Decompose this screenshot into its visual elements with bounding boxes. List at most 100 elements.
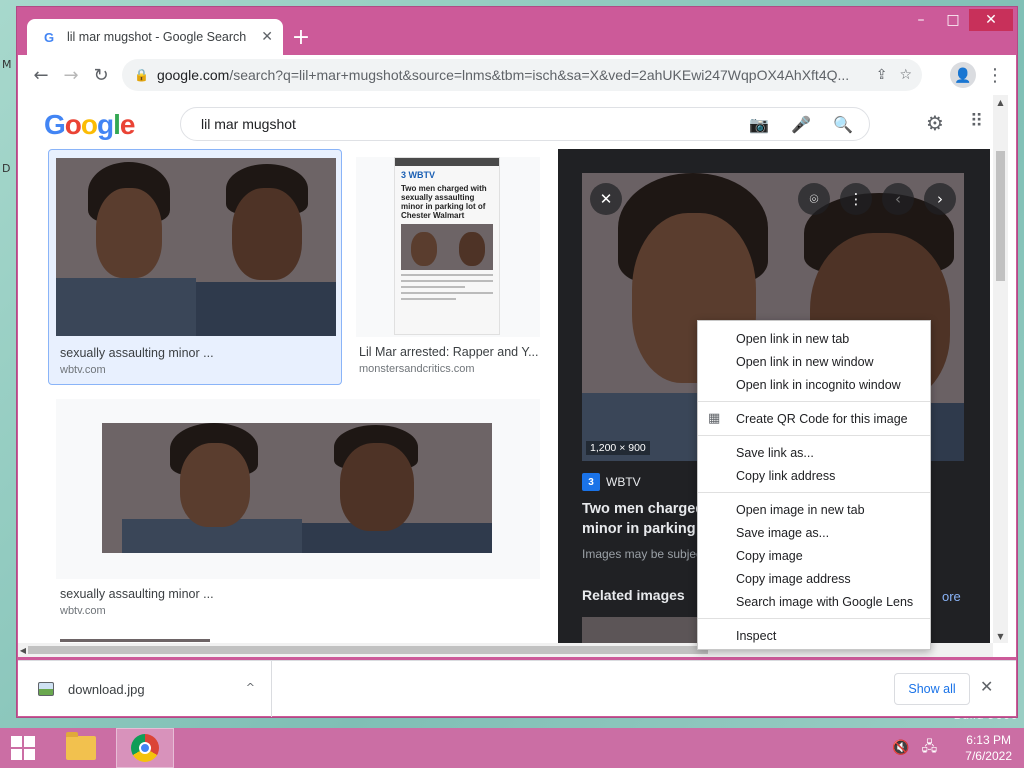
menu-divider	[698, 618, 930, 619]
next-result-edge	[60, 639, 210, 642]
search-icon[interactable]: 🔍	[833, 115, 853, 134]
source-row[interactable]: 3 WBTV	[582, 473, 641, 491]
close-icon[interactable]: ✕	[980, 677, 993, 696]
gear-icon[interactable]: ⚙	[926, 111, 944, 135]
article-headline: Two men charged with sexually assaulting…	[401, 184, 487, 220]
clock-time: 6:13 PM	[966, 733, 1011, 747]
lock-icon[interactable]: 🔒	[134, 68, 149, 82]
reload-button[interactable]: ↻	[86, 60, 116, 90]
menu-item-open-link-new-window[interactable]: Open link in new window	[698, 350, 930, 373]
menu-item-copy-link-address[interactable]: Copy link address	[698, 464, 930, 487]
wbtv-icon: 3	[582, 473, 600, 491]
window-controls: – □ ✕	[905, 9, 1013, 31]
url-path: /search?q=lil+mar+mugshot&source=lnms&tb…	[229, 67, 850, 83]
menu-divider	[698, 492, 930, 493]
chevron-up-icon[interactable]: ^	[246, 681, 255, 694]
see-more-link[interactable]: ore	[942, 589, 961, 604]
system-tray: 🔇 🖧 6:13 PM 7/6/2022	[892, 728, 1012, 768]
menu-item-open-link-new-tab[interactable]: Open link in new tab	[698, 327, 930, 350]
chrome-icon	[131, 734, 159, 762]
menu-item-copy-image-address[interactable]: Copy image address	[698, 567, 930, 590]
camera-icon[interactable]: 📷	[749, 115, 769, 134]
menu-item-save-image-as[interactable]: Save image as...	[698, 521, 930, 544]
search-input[interactable]: lil mar mugshot 📷 🎤 🔍	[180, 107, 870, 141]
vertical-scrollbar[interactable]: ▲ ▼	[993, 95, 1008, 643]
back-button[interactable]: ←	[26, 60, 56, 90]
image-file-icon	[38, 682, 54, 696]
chrome-taskbar-button[interactable]	[116, 728, 174, 768]
network-icon[interactable]: 🖧	[922, 736, 938, 760]
clock[interactable]: 6:13 PM 7/6/2022	[965, 732, 1012, 764]
download-item[interactable]: download.jpg ^	[18, 661, 272, 717]
folder-icon	[66, 732, 96, 760]
scroll-left-arrow[interactable]: ◀	[18, 643, 28, 657]
minimize-button[interactable]: –	[905, 9, 937, 31]
menu-divider	[698, 435, 930, 436]
chevron-right-icon[interactable]: ›	[924, 183, 956, 215]
menu-item-search-google-lens[interactable]: Search image with Google Lens	[698, 590, 930, 613]
menu-item-open-image-new-tab[interactable]: Open image in new tab	[698, 498, 930, 521]
search-query[interactable]: lil mar mugshot	[201, 116, 727, 132]
copyright-notice: Images may be subject	[582, 547, 706, 561]
image-result[interactable]: sexually assaulting minor ... wbtv.com	[48, 149, 342, 385]
menu-divider	[698, 401, 930, 402]
lens-icon[interactable]: ⌾	[798, 183, 830, 215]
bookmark-star-icon[interactable]: ☆	[899, 67, 912, 83]
menu-item-save-link-as[interactable]: Save link as...	[698, 441, 930, 464]
image-dimensions: 1,200 × 900	[586, 441, 650, 455]
menu-item-inspect[interactable]: Inspect	[698, 624, 930, 647]
show-all-button[interactable]: Show all	[894, 673, 970, 705]
close-icon[interactable]: ✕	[590, 183, 622, 215]
image-result[interactable]: 3 WBTV Two men charged with sexually ass…	[356, 149, 540, 385]
menu-item-copy-image[interactable]: Copy image	[698, 544, 930, 567]
source-name[interactable]: WBTV	[606, 475, 641, 489]
apps-grid-icon[interactable]: ⠿	[970, 111, 983, 132]
google-favicon-icon: G	[43, 29, 55, 45]
scroll-thumb[interactable]	[28, 646, 708, 654]
result-site: wbtv.com	[60, 605, 106, 617]
download-shelf: download.jpg ^ Show all ✕	[18, 660, 1016, 717]
taskbar: 🔇 🖧 6:13 PM 7/6/2022	[0, 728, 1024, 768]
chevron-left-icon[interactable]: ‹	[882, 183, 914, 215]
file-explorer-button[interactable]	[52, 728, 110, 768]
menu-item-open-link-incognito[interactable]: Open link in incognito window	[698, 373, 930, 396]
share-icon[interactable]: ⇪	[876, 67, 888, 83]
result-thumbnail-frame[interactable]	[56, 399, 540, 579]
image-result[interactable]: sexually assaulting minor ... wbtv.com	[56, 399, 540, 619]
tab-title: lil mar mugshot - Google Search	[67, 30, 247, 44]
download-file-name[interactable]: download.jpg	[68, 682, 145, 697]
maximize-button[interactable]: □	[937, 9, 969, 31]
browser-menu-icon[interactable]: ⋮	[982, 62, 1008, 88]
tab-close-icon[interactable]: ✕	[261, 29, 273, 45]
context-menu: Open link in new tab Open link in new wi…	[697, 320, 931, 650]
menu-item-create-qr-code[interactable]: ▦ Create QR Code for this image	[698, 407, 930, 430]
result-site: wbtv.com	[60, 364, 106, 376]
scroll-thumb[interactable]	[996, 151, 1005, 281]
result-thumbnail[interactable]	[56, 158, 336, 336]
more-options-icon[interactable]: ⋮	[840, 183, 872, 215]
scroll-down-arrow[interactable]: ▼	[993, 629, 1008, 643]
result-site: monstersandcritics.com	[359, 363, 475, 375]
google-doodle-logo[interactable]: Google	[44, 109, 135, 141]
address-bar[interactable]: 🔒 google.com/search?q=lil+mar+mugshot&so…	[122, 59, 922, 91]
wbtv-logo: 3 WBTV	[401, 170, 436, 180]
qr-code-icon: ▦	[708, 411, 721, 426]
result-title[interactable]: sexually assaulting minor ...	[60, 346, 214, 360]
result-title[interactable]: sexually assaulting minor ...	[60, 587, 214, 601]
start-button[interactable]	[0, 728, 46, 768]
url-host: google.com	[156, 67, 230, 83]
close-window-button[interactable]: ✕	[969, 9, 1013, 31]
speaker-muted-icon[interactable]: 🔇	[892, 740, 909, 756]
scroll-up-arrow[interactable]: ▲	[993, 95, 1008, 109]
result-title[interactable]: Lil Mar arrested: Rapper and Y...	[359, 345, 539, 359]
microphone-icon[interactable]: 🎤	[791, 115, 811, 134]
url-text[interactable]: google.com/search?q=lil+mar+mugshot&sour…	[157, 67, 864, 83]
forward-button[interactable]: →	[56, 60, 86, 90]
desktop-edge-text: M	[2, 58, 12, 71]
result-thumbnail-frame[interactable]: 3 WBTV Two men charged with sexually ass…	[356, 157, 540, 337]
article-thumbnail: 3 WBTV Two men charged with sexually ass…	[394, 157, 500, 335]
desktop-edge-text: D	[2, 162, 11, 175]
new-tab-button[interactable]: +	[289, 25, 313, 50]
browser-tab[interactable]: G lil mar mugshot - Google Search ✕	[27, 19, 283, 55]
profile-avatar-icon[interactable]: 👤	[950, 62, 976, 88]
